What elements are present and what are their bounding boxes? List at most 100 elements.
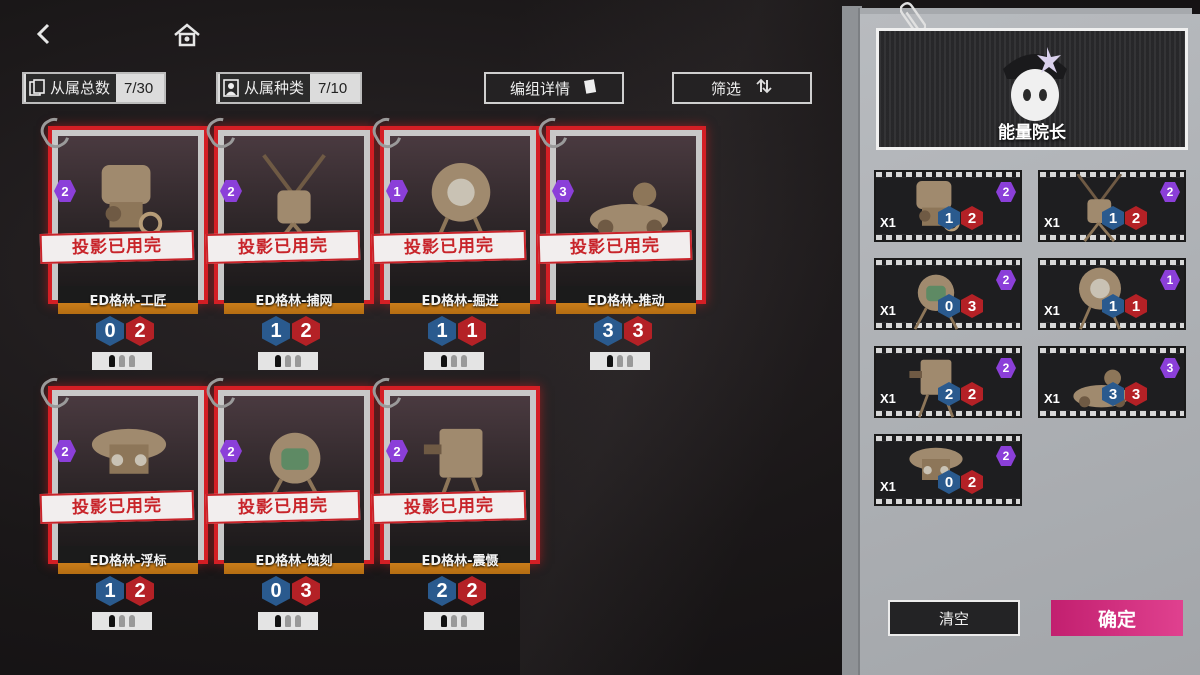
pawn-icon — [461, 355, 467, 367]
card-name: ED格林-蚀刻 — [255, 554, 333, 569]
subordinate-card[interactable]: 3 投影已用完 ED格林-推动 3 3 — [534, 113, 706, 370]
card-art — [224, 136, 364, 291]
unit-count: X1 — [1044, 303, 1060, 318]
cost-blue: 1 — [1102, 294, 1124, 318]
total-count-value: 7/30 — [124, 79, 154, 97]
cost-red: 1 — [458, 316, 486, 346]
home-icon[interactable] — [172, 22, 202, 50]
confirm-button-label: 确定 — [1097, 608, 1136, 631]
card-art — [224, 396, 364, 551]
unit-count: X1 — [880, 215, 896, 230]
sort-icon — [755, 78, 773, 98]
pawn-icon — [119, 615, 125, 627]
subordinate-card[interactable]: 2 投影已用完 ED格林-工匠 0 2 — [36, 113, 208, 370]
card-art — [390, 136, 530, 291]
cost-blue: 2 — [428, 576, 456, 606]
unit-count: X1 — [880, 479, 896, 494]
card-stamp: 投影已用完 — [371, 489, 527, 525]
card-name: ED格林-捕网 — [255, 294, 333, 309]
unit-slot[interactable]: 2 X1 1 2 — [1040, 172, 1184, 243]
confirm-button[interactable]: 确定 — [1051, 600, 1183, 636]
cost-red: 1 — [1125, 294, 1147, 318]
unit-cost: 3 3 — [1102, 382, 1147, 406]
subordinate-card[interactable]: 2 投影已用完 ED格林-震慑 2 2 — [368, 373, 540, 630]
card-cost: 0 2 — [96, 316, 154, 346]
card-pawn-tag — [92, 612, 152, 630]
cost-blue: 0 — [96, 316, 124, 346]
cost-red: 2 — [1125, 206, 1147, 230]
cost-blue: 0 — [938, 470, 960, 494]
unit-level-badge: 2 — [1160, 182, 1180, 202]
unit-count: X1 — [1044, 391, 1060, 406]
card-stamp: 投影已用完 — [205, 229, 361, 265]
card-stamp: 投影已用完 — [39, 489, 195, 525]
cost-red: 2 — [292, 316, 320, 346]
card-name: ED格林-震慑 — [421, 554, 499, 569]
unit-slot[interactable]: 2 X1 0 2 — [876, 436, 1020, 504]
cost-blue: 0 — [938, 294, 960, 318]
subordinate-card[interactable]: 2 投影已用完 ED格林-捕网 1 2 — [202, 113, 374, 370]
cost-blue: 3 — [1102, 382, 1124, 406]
pawn-icon — [295, 355, 301, 367]
pawn-icon — [275, 615, 281, 627]
unit-cost: 1 1 — [1102, 294, 1147, 318]
unit-slot[interactable]: 2 X1 2 2 — [876, 348, 1020, 418]
unit-slot[interactable]: 2 X1 1 2 — [876, 172, 1020, 240]
clear-button[interactable]: 清空 — [888, 600, 1020, 636]
card-cost: 1 2 — [262, 316, 320, 346]
unit-cost: 0 2 — [938, 470, 983, 494]
card-cost: 1 2 — [96, 576, 154, 606]
cost-blue: 3 — [594, 316, 622, 346]
cost-red: 2 — [126, 316, 154, 346]
cost-blue: 0 — [262, 576, 290, 606]
pawn-icon — [441, 615, 447, 627]
card-art — [390, 396, 530, 551]
pawn-icon — [129, 615, 135, 627]
total-count-label: 从属总数 — [48, 74, 117, 102]
group-details-label: 编组详情 — [509, 79, 570, 98]
back-arrow-icon[interactable] — [30, 20, 60, 50]
cost-red: 2 — [961, 206, 983, 230]
unit-level-badge: 2 — [996, 270, 1016, 290]
card-pawn-tag — [92, 352, 152, 370]
cost-red: 3 — [1125, 382, 1147, 406]
leader-name: 能量院长 — [998, 123, 1066, 143]
unit-slot[interactable]: 1 X1 1 1 — [1040, 260, 1184, 330]
card-cost: 2 2 — [428, 576, 486, 606]
kinds-count-box: 从属种类 7/10 — [216, 72, 362, 104]
card-pawn-tag — [590, 352, 650, 370]
card-cost: 3 3 — [594, 316, 652, 346]
unit-slot[interactable]: 3 X1 3 3 — [1040, 348, 1184, 416]
subordinate-card[interactable]: 2 投影已用完 ED格林-浮标 1 2 — [36, 373, 208, 630]
leader-portrait[interactable]: 能量院长 — [876, 28, 1188, 150]
unit-cost: 1 2 — [1102, 206, 1147, 230]
unit-slot[interactable]: 2 X1 0 3 — [876, 260, 1020, 330]
cost-red: 2 — [961, 382, 983, 406]
pawn-icon — [129, 355, 135, 367]
cost-red: 2 — [458, 576, 486, 606]
person-icon — [220, 74, 242, 102]
subordinate-card[interactable]: 1 投影已用完 ED格林-掘进 1 1 — [368, 113, 540, 370]
card-name: ED格林-推动 — [587, 294, 665, 309]
pawn-icon — [285, 355, 291, 367]
pawn-icon — [285, 615, 291, 627]
card-pawn-tag — [258, 612, 318, 630]
filter-label: 筛选 — [710, 79, 741, 98]
filter-button[interactable]: 筛选 — [672, 72, 812, 104]
cost-red: 3 — [961, 294, 983, 318]
unit-level-badge: 1 — [1160, 270, 1180, 290]
group-details-button[interactable]: 编组详情 — [484, 72, 624, 104]
cards-icon — [26, 74, 48, 102]
pawn-icon — [441, 355, 447, 367]
unit-level-badge: 2 — [996, 446, 1016, 466]
pawn-icon — [451, 615, 457, 627]
kinds-count-value: 7/10 — [318, 79, 348, 97]
card-art — [58, 136, 198, 291]
unit-level-badge: 2 — [996, 182, 1016, 202]
clear-button-label: 清空 — [938, 609, 969, 628]
card-stamp: 投影已用完 — [39, 229, 195, 265]
pawn-icon — [627, 355, 633, 367]
card-pawn-tag — [424, 612, 484, 630]
pawn-icon — [607, 355, 613, 367]
subordinate-card[interactable]: 2 投影已用完 ED格林-蚀刻 0 3 — [202, 373, 374, 630]
